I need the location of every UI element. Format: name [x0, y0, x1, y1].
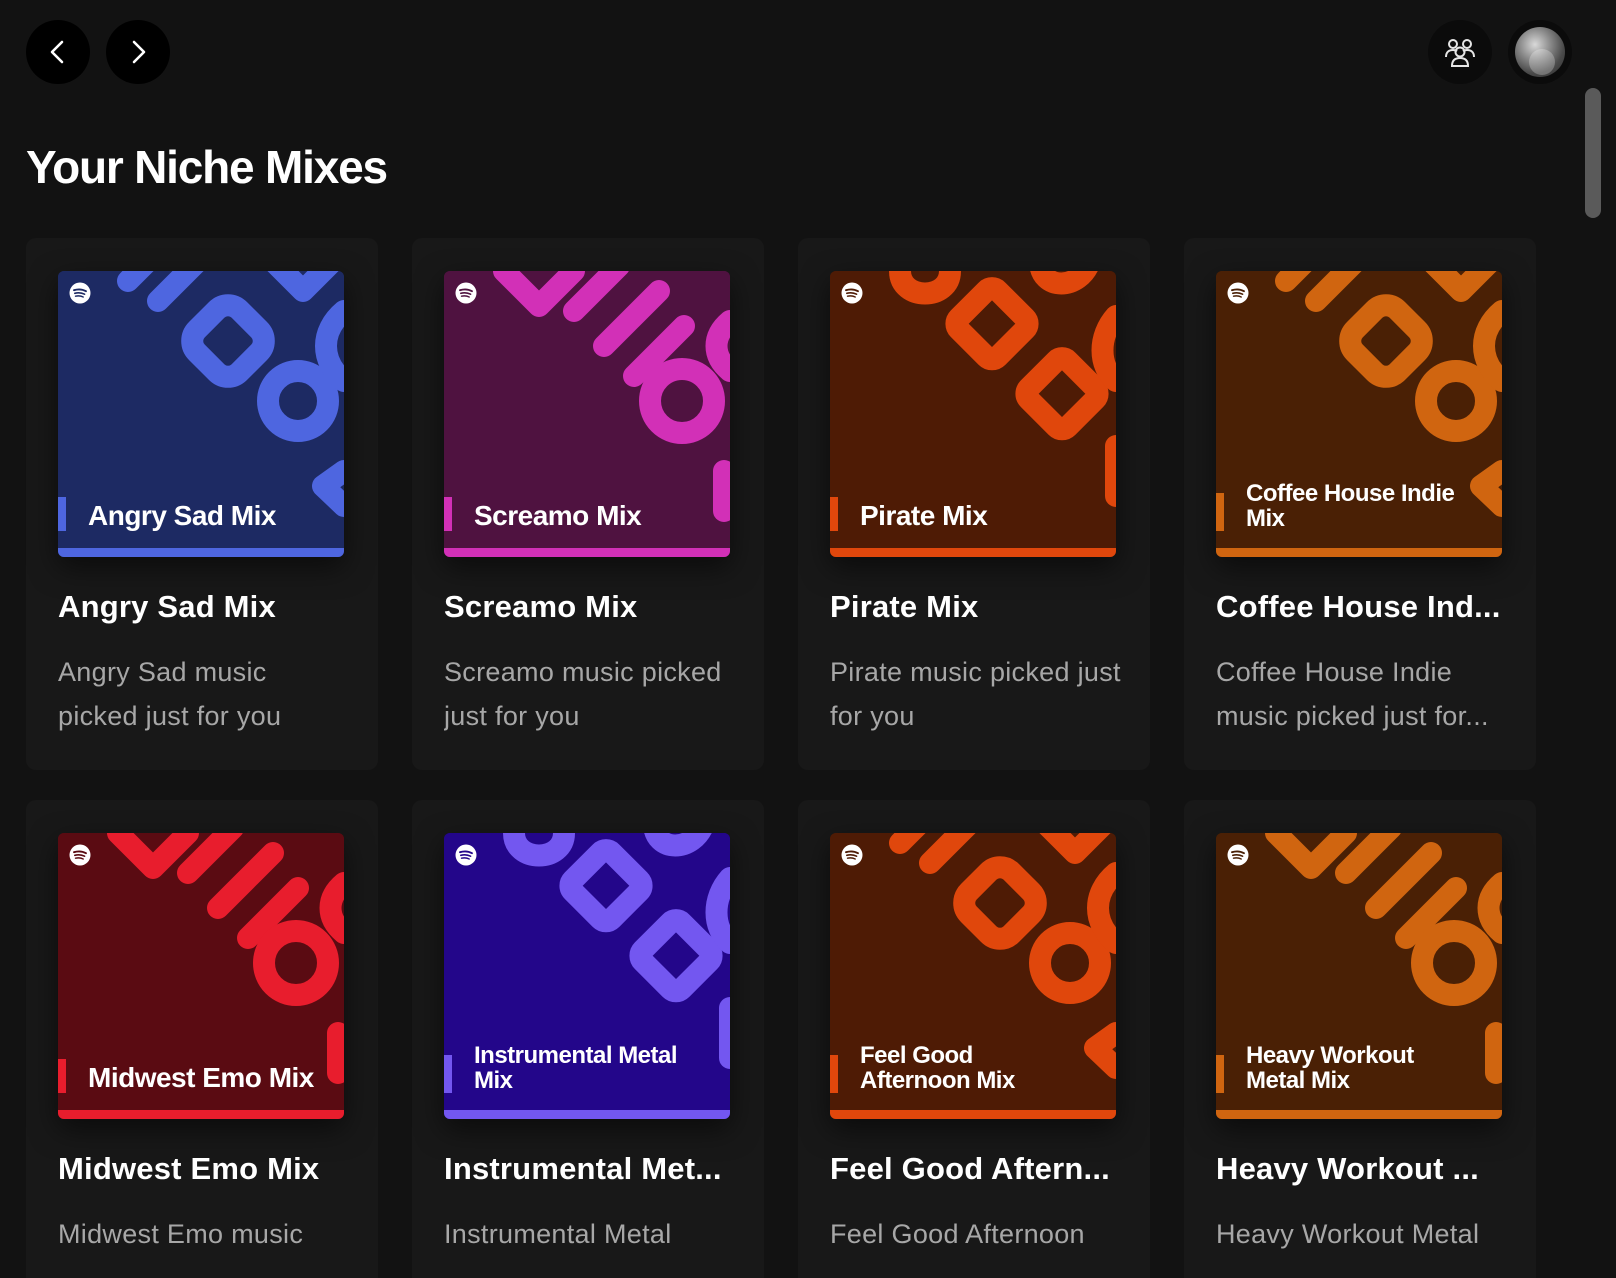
spotify-logo-icon	[841, 282, 863, 304]
mix-card[interactable]: Pirate Mix Pirate Mix Pirate music picke…	[798, 238, 1150, 770]
cover-label: Instrumental Metal Mix	[474, 1042, 678, 1094]
mix-description: Pirate music picked just for you	[830, 657, 1121, 731]
cover-bottom-strip	[58, 548, 344, 557]
cover-accent-bar	[1216, 1055, 1224, 1093]
spotify-logo-icon	[455, 844, 477, 866]
mix-cover-art: Angry Sad Mix	[58, 271, 344, 557]
mix-card[interactable]: Instrumental Metal Mix Instrumental Met.…	[412, 800, 764, 1278]
mix-title: Midwest Emo Mix	[58, 1151, 320, 1186]
mix-title: Heavy Workout ...	[1216, 1151, 1479, 1186]
mix-description: Angry Sad music picked just for you	[58, 657, 282, 731]
top-bar	[0, 0, 1616, 104]
cover-accent-bar	[830, 497, 838, 531]
spotify-logo-icon	[455, 282, 477, 304]
cover-label: Coffee House Indie Mix	[1246, 480, 1455, 532]
mix-card[interactable]: Feel Good Afternoon Mix Feel Good Aftern…	[798, 800, 1150, 1278]
cover-label: Angry Sad Mix	[88, 500, 276, 531]
spotify-logo-icon	[69, 282, 91, 304]
cover-accent-bar	[58, 497, 66, 531]
mix-card[interactable]: Screamo Mix Screamo Mix Screamo music pi…	[412, 238, 764, 770]
mix-card[interactable]: Midwest Emo Mix Midwest Emo Mix Midwest …	[26, 800, 378, 1278]
spotify-logo-icon	[1227, 282, 1249, 304]
mix-card[interactable]: Angry Sad Mix Angry Sad Mix Angry Sad mu…	[26, 238, 378, 770]
friend-activity-icon	[1445, 39, 1475, 67]
cover-accent-bar	[830, 1055, 838, 1093]
forward-button[interactable]	[106, 20, 170, 84]
cover-label: Midwest Emo Mix	[88, 1062, 314, 1093]
scrollbar-thumb[interactable]	[1585, 88, 1601, 218]
mix-title: Screamo Mix	[444, 589, 638, 624]
cover-accent-bar	[444, 1055, 452, 1093]
mix-description: Feel Good Afternoon	[830, 1219, 1085, 1249]
user-avatar	[1515, 27, 1565, 77]
cover-bottom-strip	[830, 548, 1116, 557]
cover-bottom-strip	[58, 1110, 344, 1119]
cover-label: Feel Good Afternoon Mix	[860, 1042, 1015, 1094]
mix-cover-art: Pirate Mix	[830, 271, 1116, 557]
mix-title: Feel Good Aftern...	[830, 1151, 1110, 1186]
mix-cover-art: Coffee House Indie Mix	[1216, 271, 1502, 557]
mix-cover-art: Midwest Emo Mix	[58, 833, 344, 1119]
cover-accent-bar	[444, 497, 452, 531]
mix-description: Midwest Emo music	[58, 1219, 304, 1249]
mix-cover-art: Heavy Workout Metal Mix	[1216, 833, 1502, 1119]
cover-bottom-strip	[444, 1110, 730, 1119]
section-title: Your Niche Mixes	[26, 141, 388, 193]
back-button[interactable]	[26, 20, 90, 84]
mix-description: Instrumental Metal	[444, 1219, 672, 1249]
cover-bottom-strip	[1216, 548, 1502, 557]
app-window: Your Niche Mixes Angry Sad Mix Angry Sad…	[0, 0, 1616, 1278]
spotify-logo-icon	[69, 844, 91, 866]
mix-title: Pirate Mix	[830, 589, 979, 624]
cover-label: Screamo Mix	[474, 500, 642, 531]
cover-accent-bar	[58, 1059, 66, 1093]
cover-label: Heavy Workout Metal Mix	[1246, 1042, 1414, 1094]
spotify-logo-icon	[841, 844, 863, 866]
cover-accent-bar	[1216, 493, 1224, 531]
mix-cover-art: Instrumental Metal Mix	[444, 833, 730, 1119]
friend-activity-button[interactable]	[1428, 20, 1492, 84]
mix-card[interactable]: Coffee House Indie Mix Coffee House Ind.…	[1184, 238, 1536, 770]
mix-description: Heavy Workout Metal	[1216, 1219, 1480, 1249]
cover-label: Pirate Mix	[860, 500, 988, 531]
cover-bottom-strip	[1216, 1110, 1502, 1119]
mix-card[interactable]: Heavy Workout Metal Mix Heavy Workout ..…	[1184, 800, 1536, 1278]
chevron-left-icon	[50, 40, 64, 64]
cover-bottom-strip	[830, 1110, 1116, 1119]
spotify-logo-icon	[1227, 844, 1249, 866]
mix-description: Coffee House Indie music picked just for…	[1216, 657, 1489, 731]
cover-bottom-strip	[444, 548, 730, 557]
mix-cover-art: Feel Good Afternoon Mix	[830, 833, 1116, 1119]
mix-description: Screamo music picked just for you	[444, 657, 722, 731]
mix-title: Instrumental Met...	[444, 1151, 722, 1186]
mix-cover-art: Screamo Mix	[444, 271, 730, 557]
profile-button[interactable]	[1508, 20, 1572, 84]
chevron-right-icon	[132, 40, 146, 64]
mix-title: Coffee House Ind...	[1216, 589, 1501, 624]
mix-title: Angry Sad Mix	[58, 589, 276, 624]
